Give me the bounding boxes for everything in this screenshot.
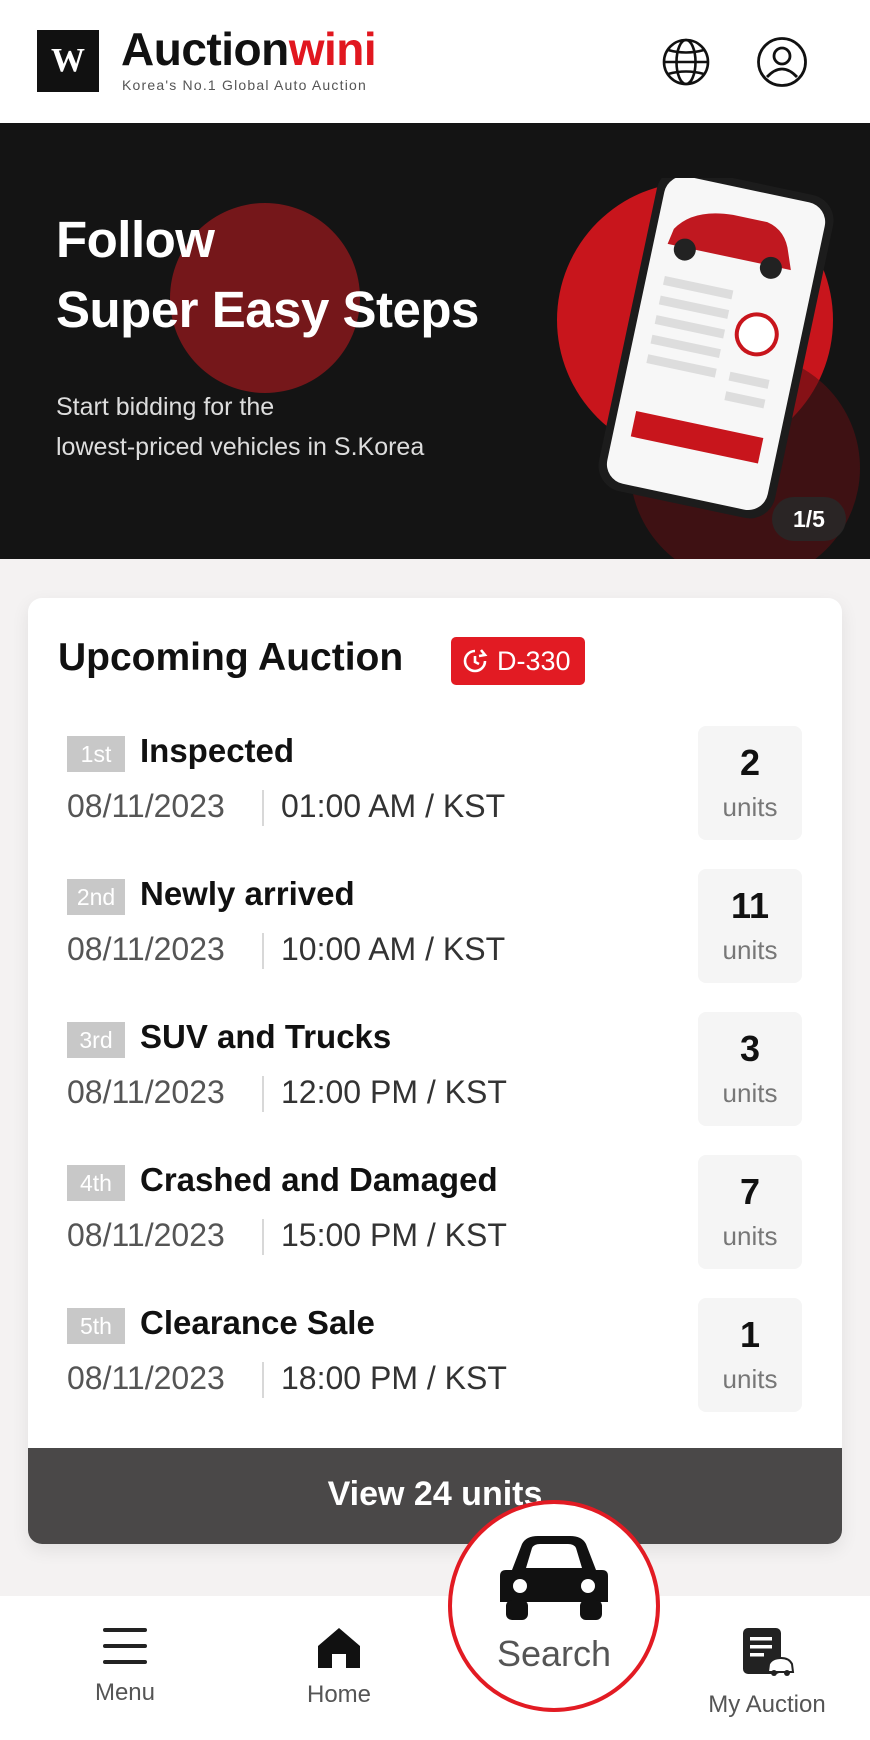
- banner-title: Follow Super Easy Steps: [56, 205, 479, 345]
- rank-badge: 3rd: [67, 1022, 125, 1058]
- auction-time: 01:00 AM / KST: [281, 788, 506, 824]
- auction-time: 15:00 PM / KST: [281, 1217, 507, 1253]
- bottom-nav: Menu Home My Auction: [0, 1596, 870, 1740]
- auction-name: Newly arrived: [140, 875, 355, 912]
- search-label: Search: [496, 1633, 612, 1674]
- units-count: 7: [739, 1171, 761, 1212]
- banner-title-line-2: Super Easy Steps: [56, 281, 479, 338]
- promo-banner[interactable]: Follow Super Easy Steps Start bidding fo…: [0, 123, 870, 559]
- auction-name: Clearance Sale: [140, 1304, 375, 1341]
- auction-time: 18:00 PM / KST: [281, 1360, 507, 1396]
- auction-list: 1st Inspected 08/11/2023 01:00 AM / KST …: [28, 726, 842, 1441]
- auction-row[interactable]: 3rd SUV and Trucks 08/11/2023 12:00 PM /…: [28, 1012, 842, 1155]
- units-count: 2: [739, 742, 761, 783]
- rank-badge: 5th: [67, 1308, 125, 1344]
- logo-mark[interactable]: W: [37, 30, 99, 92]
- search-fab[interactable]: Search: [448, 1500, 660, 1712]
- view-units-button[interactable]: View 24 units: [28, 1448, 842, 1544]
- home-icon: [318, 1628, 360, 1668]
- banner-subtitle: Start bidding for the lowest-priced vehi…: [56, 387, 479, 467]
- app-header: W Auctionwini Korea's No.1 Global Auto A…: [0, 0, 870, 123]
- auction-date: 08/11/2023: [67, 1360, 225, 1396]
- units-label: units: [722, 1221, 778, 1251]
- auction-date: 08/11/2023: [67, 1074, 225, 1110]
- divider: [262, 1076, 264, 1112]
- clock-icon: [463, 649, 488, 673]
- banner-pager: 1/5: [772, 497, 846, 541]
- units-count: 3: [739, 1028, 761, 1069]
- banner-text: Follow Super Easy Steps Start bidding fo…: [56, 205, 479, 467]
- auction-row[interactable]: 2nd Newly arrived 08/11/2023 10:00 AM / …: [28, 869, 842, 1012]
- banner-title-line-1: Follow: [56, 211, 215, 268]
- rank-badge: 4th: [67, 1165, 125, 1201]
- auction-name: SUV and Trucks: [140, 1018, 392, 1055]
- units-box: 3 units: [698, 1012, 802, 1126]
- divider: [262, 790, 264, 826]
- nav-menu-label: Menu: [94, 1679, 156, 1706]
- car-icon: [500, 1536, 608, 1620]
- auction-date: 08/11/2023: [67, 788, 225, 824]
- account-button[interactable]: [755, 35, 809, 89]
- divider: [262, 1219, 264, 1255]
- units-label: units: [722, 935, 778, 965]
- upcoming-auction-card: Upcoming Auction D-330 1st Inspected 08/…: [28, 598, 842, 1544]
- units-count: 1: [739, 1314, 761, 1355]
- auction-time: 10:00 AM / KST: [281, 931, 506, 967]
- brand-name[interactable]: Auctionwini: [121, 23, 377, 75]
- auction-name: Inspected: [140, 732, 295, 769]
- units-box: 11 units: [698, 869, 802, 983]
- auction-row[interactable]: 5th Clearance Sale 08/11/2023 18:00 PM /…: [28, 1298, 842, 1441]
- units-label: units: [722, 1364, 778, 1394]
- logo-letter: W: [51, 42, 85, 79]
- menu-icon: [103, 1628, 147, 1664]
- card-title: Upcoming Auction: [58, 636, 404, 679]
- units-box: 7 units: [698, 1155, 802, 1269]
- units-label: units: [722, 792, 778, 822]
- brand-tagline: Korea's No.1 Global Auto Auction: [122, 77, 367, 93]
- nav-menu[interactable]: Menu: [55, 1626, 195, 1707]
- nav-my-auction-label: My Auction: [708, 1691, 826, 1718]
- units-count: 11: [730, 885, 770, 926]
- user-icon: [757, 37, 807, 87]
- auction-time: 12:00 PM / KST: [281, 1074, 507, 1110]
- my-auction-icon: [743, 1628, 795, 1676]
- globe-icon: [662, 38, 710, 86]
- rank-badge: 1st: [67, 736, 125, 772]
- divider: [262, 1362, 264, 1398]
- auction-name: Crashed and Damaged: [140, 1161, 498, 1198]
- language-button[interactable]: [659, 35, 713, 89]
- units-box: 1 units: [698, 1298, 802, 1412]
- brand-part-2: wini: [288, 23, 377, 75]
- d-day-label: D-330: [497, 645, 571, 676]
- units-label: units: [722, 1078, 778, 1108]
- auction-row[interactable]: 4th Crashed and Damaged 08/11/2023 15:00…: [28, 1155, 842, 1298]
- auction-date: 08/11/2023: [67, 931, 225, 967]
- nav-my-auction[interactable]: My Auction: [697, 1626, 837, 1719]
- brand-part-1: Auction: [121, 23, 289, 75]
- nav-home[interactable]: Home: [269, 1626, 409, 1709]
- divider: [262, 933, 264, 969]
- auction-row[interactable]: 1st Inspected 08/11/2023 01:00 AM / KST …: [28, 726, 842, 869]
- banner-subtitle-line-2: lowest-priced vehicles in S.Korea: [56, 433, 425, 461]
- units-box: 2 units: [698, 726, 802, 840]
- nav-home-label: Home: [306, 1681, 372, 1708]
- auction-date: 08/11/2023: [67, 1217, 225, 1253]
- banner-subtitle-line-1: Start bidding for the: [56, 393, 275, 421]
- d-day-badge: D-330: [451, 637, 585, 685]
- rank-badge: 2nd: [67, 879, 125, 915]
